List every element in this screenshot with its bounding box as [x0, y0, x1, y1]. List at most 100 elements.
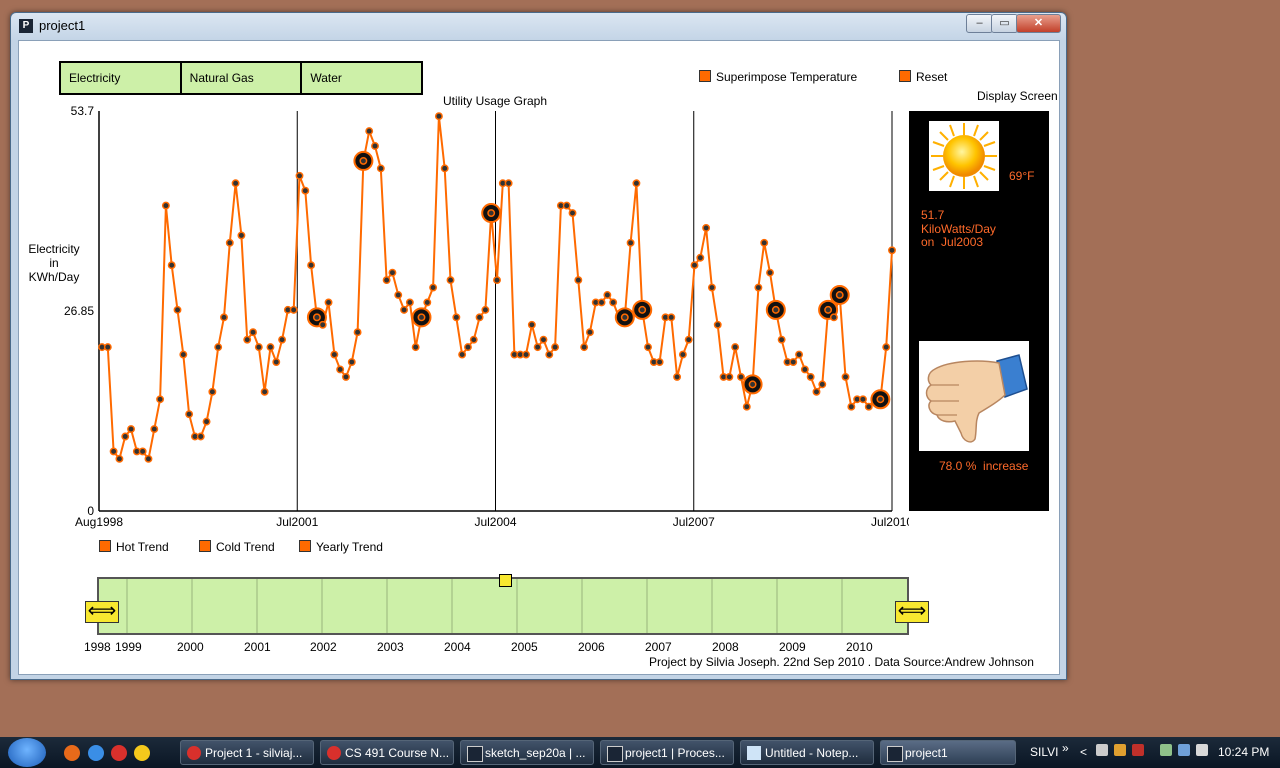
- data-point[interactable]: [173, 305, 182, 314]
- data-point[interactable]: [742, 402, 751, 411]
- data-point[interactable]: [562, 201, 571, 210]
- data-point[interactable]: [690, 261, 699, 270]
- network-icon[interactable]: [1178, 744, 1190, 756]
- data-point[interactable]: [632, 179, 641, 188]
- data-point[interactable]: [568, 209, 577, 217]
- data-point[interactable]: [760, 238, 769, 247]
- minimize-button[interactable]: –: [966, 14, 993, 33]
- data-point[interactable]: [440, 164, 449, 173]
- data-point[interactable]: [667, 313, 676, 322]
- data-point[interactable]: [574, 276, 583, 285]
- data-point[interactable]: [545, 350, 554, 359]
- title-bar[interactable]: P project1 – ▭ ✕: [11, 13, 1066, 39]
- data-point[interactable]: [882, 343, 891, 352]
- data-point[interactable]: [312, 313, 321, 322]
- toolbar-chevron[interactable]: »: [1062, 741, 1069, 755]
- taskbar-item-cs491[interactable]: CS 491 Course N...: [320, 740, 454, 765]
- data-point[interactable]: [301, 186, 310, 195]
- data-point[interactable]: [231, 179, 240, 188]
- data-point[interactable]: [208, 387, 217, 396]
- timeline-handle[interactable]: [499, 574, 512, 587]
- volume-icon[interactable]: [1196, 744, 1208, 756]
- data-point[interactable]: [644, 343, 652, 352]
- data-point[interactable]: [678, 350, 687, 359]
- data-point[interactable]: [196, 432, 205, 441]
- data-point[interactable]: [411, 343, 420, 352]
- messenger-icon[interactable]: [134, 745, 150, 761]
- data-point[interactable]: [504, 179, 513, 188]
- data-point[interactable]: [684, 335, 693, 344]
- data-point[interactable]: [278, 335, 287, 344]
- data-point[interactable]: [800, 365, 809, 374]
- taskbar-item-sketch[interactable]: sketch_sep20a | ...: [460, 740, 594, 765]
- data-point[interactable]: [539, 335, 548, 344]
- data-point[interactable]: [260, 387, 269, 396]
- data-point[interactable]: [469, 335, 478, 344]
- data-point[interactable]: [748, 380, 757, 389]
- data-point[interactable]: [812, 387, 821, 396]
- data-point[interactable]: [359, 156, 368, 165]
- data-point[interactable]: [121, 432, 130, 441]
- data-point[interactable]: [789, 358, 798, 366]
- data-point[interactable]: [707, 283, 716, 292]
- data-point[interactable]: [626, 238, 635, 247]
- data-point[interactable]: [330, 350, 339, 359]
- taskbar-item-project1-active[interactable]: project1: [880, 740, 1016, 765]
- data-point[interactable]: [167, 261, 176, 270]
- data-point[interactable]: [458, 350, 467, 359]
- left-range-arrow-icon[interactable]: ⟺: [85, 601, 119, 623]
- data-point[interactable]: [603, 291, 612, 299]
- data-point[interactable]: [243, 335, 252, 344]
- data-point[interactable]: [620, 313, 629, 322]
- data-point[interactable]: [417, 313, 426, 322]
- data-point[interactable]: [405, 298, 414, 307]
- firefox-icon[interactable]: [64, 745, 80, 761]
- hot-trend-toggle[interactable]: Hot Trend: [99, 540, 169, 554]
- data-point[interactable]: [150, 425, 159, 434]
- data-point[interactable]: [673, 372, 682, 381]
- toolbar-user-label[interactable]: SILVI: [1030, 745, 1058, 759]
- data-point[interactable]: [888, 246, 896, 255]
- data-point[interactable]: [527, 320, 536, 329]
- data-point[interactable]: [202, 417, 211, 426]
- data-point[interactable]: [342, 372, 350, 381]
- data-point[interactable]: [185, 410, 194, 419]
- taskbar-item-project1-processing[interactable]: project1 | Proces...: [600, 740, 734, 765]
- data-point[interactable]: [829, 313, 838, 322]
- data-point[interactable]: [638, 305, 647, 314]
- data-point[interactable]: [347, 358, 356, 366]
- data-point[interactable]: [713, 320, 722, 329]
- data-point[interactable]: [580, 343, 589, 352]
- data-point[interactable]: [318, 320, 327, 329]
- data-point[interactable]: [394, 291, 403, 299]
- right-range-arrow-icon[interactable]: ⟺: [895, 601, 929, 623]
- maximize-button[interactable]: ▭: [991, 14, 1018, 33]
- data-point[interactable]: [225, 238, 234, 247]
- data-point[interactable]: [795, 350, 804, 359]
- data-point[interactable]: [481, 305, 490, 314]
- data-point[interactable]: [353, 328, 362, 337]
- data-point[interactable]: [766, 268, 774, 277]
- data-point[interactable]: [429, 283, 438, 292]
- data-point[interactable]: [179, 350, 188, 359]
- data-point[interactable]: [400, 305, 409, 314]
- data-point[interactable]: [307, 261, 316, 270]
- data-point[interactable]: [295, 171, 304, 180]
- data-point[interactable]: [464, 343, 472, 352]
- data-point[interactable]: [336, 365, 345, 374]
- data-point[interactable]: [249, 328, 257, 337]
- taskbar-item-project1-chrome[interactable]: Project 1 - silviaj...: [180, 740, 314, 765]
- data-point[interactable]: [156, 395, 165, 404]
- data-point[interactable]: [585, 328, 594, 337]
- data-point[interactable]: [289, 305, 298, 314]
- data-point[interactable]: [818, 380, 827, 389]
- data-point[interactable]: [777, 335, 786, 344]
- yearly-trend-toggle[interactable]: Yearly Trend: [299, 540, 383, 554]
- data-point[interactable]: [487, 209, 496, 217]
- data-point[interactable]: [551, 343, 560, 352]
- data-point[interactable]: [864, 402, 873, 411]
- data-point[interactable]: [522, 350, 530, 359]
- data-point[interactable]: [144, 454, 153, 463]
- data-point[interactable]: [824, 305, 833, 314]
- data-point[interactable]: [161, 201, 170, 210]
